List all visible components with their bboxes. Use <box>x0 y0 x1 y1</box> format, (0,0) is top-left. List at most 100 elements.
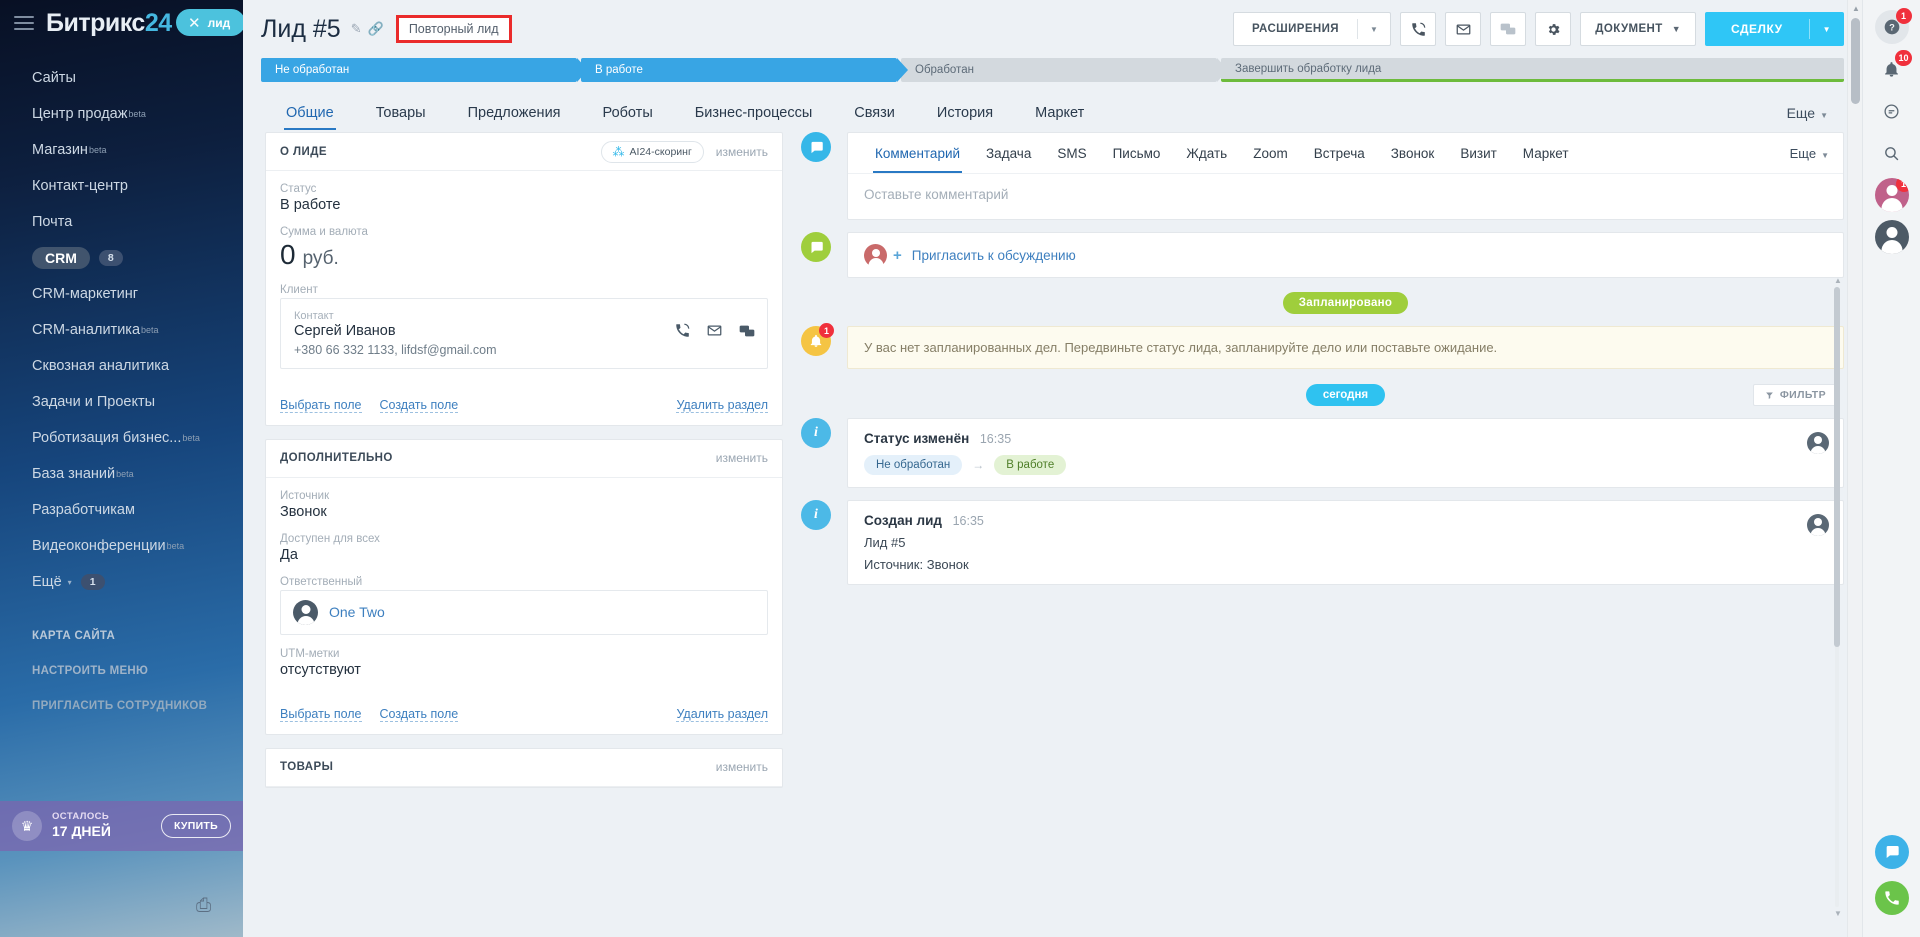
tab-4[interactable]: Бизнес-процессы <box>674 96 834 130</box>
status-value[interactable]: В работе <box>280 197 768 213</box>
comment-tab-6[interactable]: Встреча <box>1301 133 1378 173</box>
content-scrollbar[interactable]: ▲ ▼ <box>1832 276 1842 918</box>
scrollbar-thumb[interactable] <box>1851 18 1860 104</box>
sidebar-item-2[interactable]: Магазин beta <box>0 132 243 168</box>
subscription-promo[interactable]: ♛ ОСТАЛОСЬ 17 ДНЕЙ КУПИТЬ <box>0 801 243 851</box>
sidebar-item-6[interactable]: CRM-маркетинг <box>0 276 243 312</box>
bitrix-logo[interactable]: Битрикс24 <box>46 9 172 38</box>
invite-panel[interactable]: + Пригласить к обсуждению <box>847 232 1844 278</box>
choose-field-link[interactable]: Выбрать поле <box>280 707 362 722</box>
comment-tab-7[interactable]: Звонок <box>1378 133 1448 173</box>
scroll-down-icon[interactable]: ▼ <box>1834 909 1842 918</box>
messenger-icon[interactable] <box>1875 94 1909 128</box>
responsible-name[interactable]: One Two <box>329 604 385 620</box>
contact-card[interactable]: Контакт Сергей Иванов +380 66 332 1133, … <box>280 297 768 369</box>
call-fab[interactable] <box>1875 881 1909 915</box>
edit-about-link[interactable]: изменить <box>716 145 768 159</box>
chat-button[interactable] <box>1490 12 1527 46</box>
comment-tab-9[interactable]: Маркет <box>1510 133 1582 173</box>
stage-0[interactable]: Не обработан <box>261 58 588 82</box>
avatar[interactable]: 1 <box>1874 178 1909 212</box>
comment-tab-0[interactable]: Комментарий <box>862 133 973 173</box>
create-deal-button[interactable]: СДЕЛКУ ▼ <box>1705 12 1844 46</box>
menu-burger-icon[interactable] <box>14 16 34 30</box>
comment-tabs-more-button[interactable]: Еще ▼ <box>1790 146 1829 161</box>
sidebar-item-7[interactable]: CRM-аналитика beta <box>0 312 243 348</box>
tab-5[interactable]: Связи <box>833 96 916 130</box>
avatar[interactable] <box>1874 220 1909 254</box>
comment-input[interactable]: Оставьте комментарий <box>848 174 1843 219</box>
sidebar-item-1[interactable]: Центр продаж beta <box>0 96 243 132</box>
comment-tab-1[interactable]: Задача <box>973 133 1044 173</box>
comment-tab-4[interactable]: Ждать <box>1173 133 1240 173</box>
email-contact-icon[interactable] <box>707 323 722 342</box>
stage-1[interactable]: В работе <box>581 58 908 82</box>
create-field-link[interactable]: Создать поле <box>379 707 459 722</box>
stage-3[interactable]: Завершить обработку лида <box>1221 58 1844 82</box>
sidebar-link-0[interactable]: КАРТА САЙТА <box>0 618 243 653</box>
delete-section-link[interactable]: Удалить раздел <box>676 398 768 413</box>
responsible-box[interactable]: One Two <box>280 589 768 635</box>
sidebar-item-13[interactable]: Видеоконференции beta <box>0 528 243 564</box>
ai-scoring-badge[interactable]: ⁂ AI24-скоринг <box>600 140 704 163</box>
search-icon[interactable] <box>1875 136 1909 170</box>
filter-button[interactable]: ФИЛЬТР <box>1752 384 1838 406</box>
create-field-link[interactable]: Создать поле <box>379 398 459 413</box>
settings-gear-button[interactable] <box>1535 12 1572 46</box>
tab-0[interactable]: Общие <box>265 96 355 130</box>
chevron-down-icon[interactable]: ▼ <box>1810 25 1844 34</box>
buy-button[interactable]: КУПИТЬ <box>160 814 231 838</box>
stage-2[interactable]: Обработан <box>901 58 1228 82</box>
scroll-up-icon[interactable]: ▲ <box>1852 4 1860 13</box>
sidebar-item-3[interactable]: Контакт-центр <box>0 168 243 204</box>
tab-1[interactable]: Товары <box>355 96 447 130</box>
document-button[interactable]: ДОКУМЕНТ ▼ <box>1580 12 1696 46</box>
delete-section-link[interactable]: Удалить раздел <box>676 707 768 722</box>
lead-tab-chip[interactable]: ✕ лид <box>176 9 243 36</box>
sidebar-item-9[interactable]: Задачи и Проекты <box>0 384 243 420</box>
sidebar-item-11[interactable]: База знаний beta <box>0 456 243 492</box>
sidebar-link-2[interactable]: ПРИГЛАСИТЬ СОТРУДНИКОВ <box>0 688 243 723</box>
edit-additional-link[interactable]: изменить <box>716 451 768 465</box>
close-icon[interactable]: ✕ <box>188 14 201 32</box>
source-value[interactable]: Звонок <box>280 504 768 520</box>
page-scrollbar[interactable]: ▲ <box>1847 0 1862 937</box>
pencil-edit-icon[interactable]: ✎ <box>351 21 362 37</box>
comment-tab-2[interactable]: SMS <box>1044 133 1099 173</box>
sidebar-item-0[interactable]: Сайты <box>0 60 243 96</box>
comment-tab-8[interactable]: Визит <box>1447 133 1509 173</box>
tabs-more-button[interactable]: Еще ▼ <box>1787 105 1840 121</box>
comment-tab-3[interactable]: Письмо <box>1100 133 1174 173</box>
tab-7[interactable]: Маркет <box>1014 96 1105 130</box>
sidebar-link-1[interactable]: НАСТРОИТЬ МЕНЮ <box>0 653 243 688</box>
sidebar-item-5[interactable]: CRM 8 <box>0 240 243 276</box>
extensions-button[interactable]: РАСШИРЕНИЯ ▼ <box>1232 12 1392 46</box>
plus-icon[interactable]: + <box>893 247 902 264</box>
notifications-bell-icon[interactable]: 10 <box>1875 50 1912 86</box>
sidebar-item-4[interactable]: Почта <box>0 204 243 240</box>
call-contact-icon[interactable] <box>675 323 690 342</box>
choose-field-link[interactable]: Выбрать поле <box>280 398 362 413</box>
tab-3[interactable]: Роботы <box>582 96 674 130</box>
comment-tab-5[interactable]: Zoom <box>1240 133 1301 173</box>
sidebar-item-10[interactable]: Роботизация бизнес... beta <box>0 420 243 456</box>
help-icon[interactable]: ? 1 <box>1874 8 1912 44</box>
printer-icon[interactable]: ⎙ <box>196 895 211 917</box>
sidebar-item-8[interactable]: Сквозная аналитика <box>0 348 243 384</box>
link-icon[interactable]: 🔗 <box>368 21 384 37</box>
open-chat-fab[interactable] <box>1875 835 1909 869</box>
email-button[interactable] <box>1445 12 1482 46</box>
chevron-down-icon[interactable]: ▼ <box>1358 25 1390 34</box>
chat-contact-icon[interactable] <box>739 323 755 342</box>
call-button[interactable] <box>1400 12 1437 46</box>
sidebar-item-14[interactable]: Ещё ▾ 1 <box>0 564 243 600</box>
tab-2[interactable]: Предложения <box>447 96 582 130</box>
scrollbar-thumb[interactable] <box>1834 287 1840 647</box>
invite-discussion-link[interactable]: Пригласить к обсуждению <box>912 248 1076 263</box>
sidebar-item-12[interactable]: Разработчикам <box>0 492 243 528</box>
scroll-up-icon[interactable]: ▲ <box>1834 276 1842 285</box>
edit-products-link[interactable]: изменить <box>716 760 768 774</box>
amount-value[interactable]: 0 руб. <box>280 239 768 271</box>
tab-6[interactable]: История <box>916 96 1014 130</box>
available-value[interactable]: Да <box>280 547 768 563</box>
